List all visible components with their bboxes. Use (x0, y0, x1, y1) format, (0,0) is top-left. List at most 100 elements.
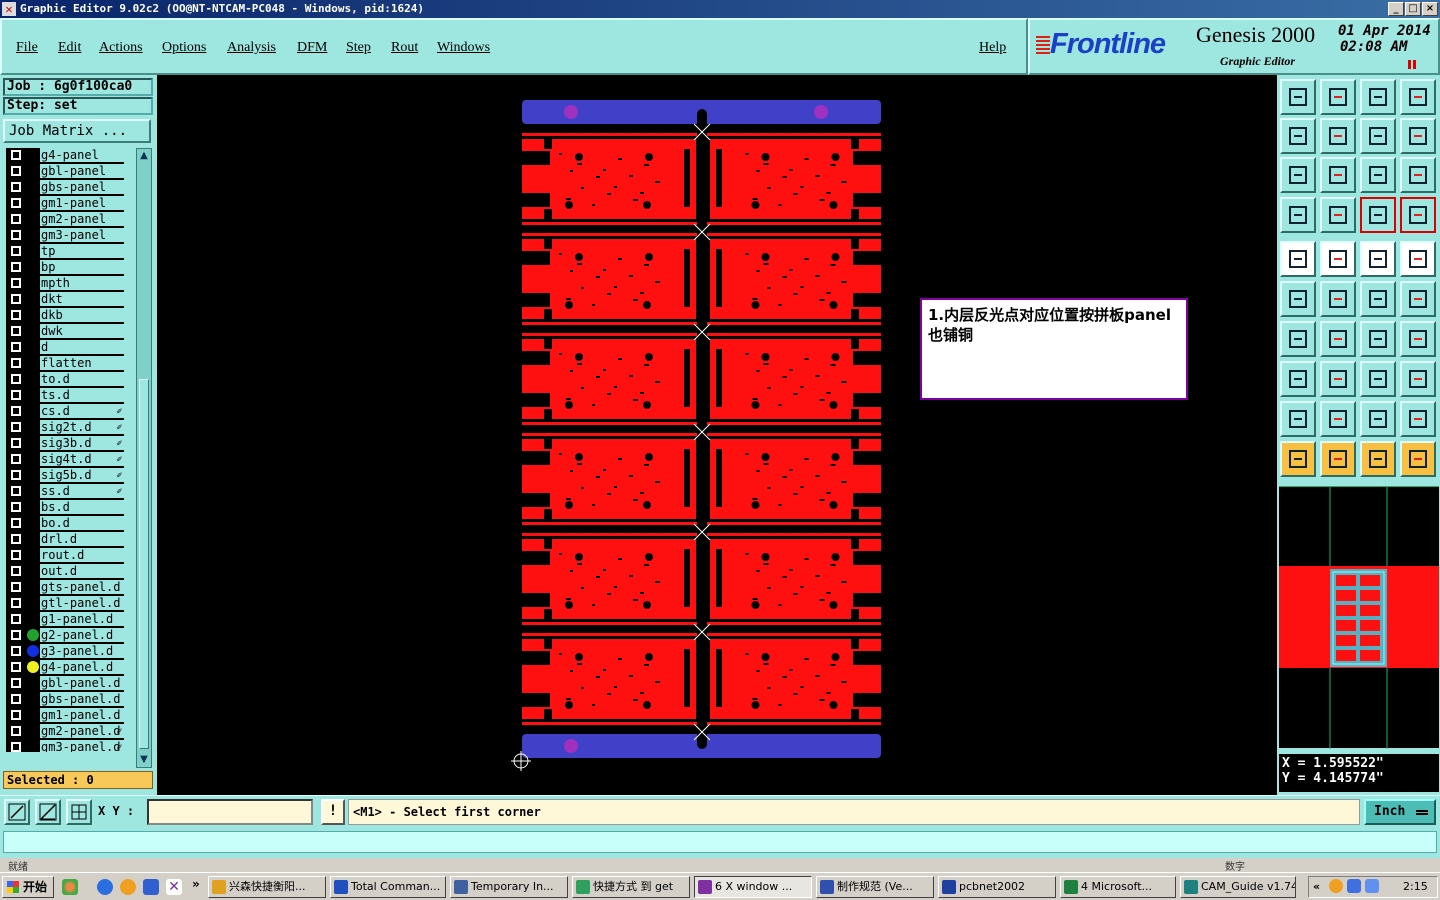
snap-icon[interactable] (1360, 197, 1396, 233)
menu-rout[interactable]: Rout (391, 40, 418, 56)
layer-checkbox[interactable] (11, 678, 21, 688)
layer-name[interactable]: bp (40, 260, 124, 274)
layer-row[interactable]: sig2t.d ✐ (6, 419, 124, 435)
layer-checkbox[interactable] (11, 294, 21, 304)
layer-checkbox[interactable] (11, 614, 21, 624)
minimize-button[interactable]: _ (1388, 2, 1404, 16)
layer-row[interactable]: gm1-panel.d (6, 707, 124, 723)
group-icon[interactable] (1400, 361, 1436, 397)
select-poly-icon[interactable] (1360, 441, 1396, 477)
layer-name[interactable]: gm3-panel.d ✐ (40, 740, 124, 752)
layer-row[interactable]: gts-panel.d (6, 579, 124, 595)
layer-row[interactable]: gbs-panel (6, 179, 124, 195)
copy-icon[interactable] (1280, 361, 1316, 397)
zoom-center-icon[interactable] (1320, 157, 1356, 193)
layer-row[interactable]: g1-panel.d (6, 611, 124, 627)
layer-checkbox[interactable] (11, 694, 21, 704)
clock-app-icon[interactable] (120, 879, 136, 895)
layer-name[interactable]: g4-panel (40, 148, 124, 162)
layer-checkbox[interactable] (11, 182, 21, 192)
arc-icon[interactable] (1360, 321, 1396, 357)
window-icon[interactable] (1400, 79, 1436, 115)
quicklaunch-app-icon[interactable] (62, 879, 78, 895)
ruler-icon[interactable] (1360, 241, 1396, 277)
taskbar-item[interactable]: Temporary In... (450, 876, 568, 898)
layer-name[interactable]: out.d (40, 564, 124, 578)
layer-name[interactable]: sig5b.d ✐ (40, 468, 124, 482)
layer-name[interactable]: rout.d (40, 548, 124, 562)
layer-checkbox[interactable] (11, 246, 21, 256)
select-arrow-icon[interactable] (1280, 441, 1316, 477)
menu-file[interactable]: File (16, 40, 38, 56)
layer-checkbox[interactable] (11, 486, 21, 496)
distance-icon[interactable] (1360, 361, 1396, 397)
taskbar-item[interactable]: pcbnet2002 (938, 876, 1056, 898)
layer-row[interactable]: dkb (6, 307, 124, 323)
grid-icon[interactable] (1320, 197, 1356, 233)
save-icon[interactable] (1320, 79, 1356, 115)
units-selector[interactable]: Inch (1364, 799, 1436, 825)
menu-help[interactable]: Help (979, 40, 1006, 56)
layer-checkbox[interactable] (11, 390, 21, 400)
layer-name[interactable]: mpth (40, 276, 124, 290)
home-icon[interactable] (1360, 79, 1396, 115)
minus-icon[interactable] (1320, 361, 1356, 397)
layer-row[interactable]: d (6, 339, 124, 355)
layer-name[interactable]: dkt (40, 292, 124, 306)
layer-row[interactable]: g4-panel.d (6, 659, 124, 675)
menu-actions[interactable]: Actions (99, 40, 143, 56)
layer-checkbox[interactable] (11, 646, 21, 656)
help-icon[interactable] (1400, 157, 1436, 193)
layer-name[interactable]: bo.d (40, 516, 124, 530)
layer-checkbox[interactable] (11, 358, 21, 368)
layer-row[interactable]: mpth (6, 275, 124, 291)
circle-icon[interactable] (1400, 241, 1436, 277)
triangle-icon[interactable] (1280, 401, 1316, 437)
layer-checkbox[interactable] (11, 374, 21, 384)
layer-name[interactable]: gm1-panel.d (40, 708, 124, 722)
select-box-icon[interactable] (1320, 441, 1356, 477)
quicklaunch-ie2-icon[interactable] (143, 879, 159, 895)
net-select-icon[interactable] (1400, 441, 1436, 477)
menu-dfm[interactable]: DFM (297, 40, 327, 56)
layer-name[interactable]: gbs-panel (40, 180, 124, 194)
layers-icon[interactable] (1280, 197, 1316, 233)
layer-checkbox[interactable] (11, 230, 21, 240)
layer-name[interactable]: gbl-panel (40, 164, 124, 178)
layer-name[interactable]: gbl-panel.d (40, 676, 124, 690)
layer-row[interactable]: g2-panel.d (6, 627, 124, 643)
angle-icon[interactable] (1280, 321, 1316, 357)
layer-row[interactable]: gm2-panel (6, 211, 124, 227)
layer-name[interactable]: dkb (40, 308, 124, 322)
layer-checkbox[interactable] (11, 150, 21, 160)
start-button[interactable]: 开始 (2, 876, 54, 898)
layer-checkbox[interactable] (11, 406, 21, 416)
open-icon[interactable] (1280, 79, 1316, 115)
taskbar-item[interactable]: 4 Microsoft... (1060, 876, 1176, 898)
taskbar-item[interactable]: 快捷方式 到 get (572, 876, 690, 898)
layer-checkbox[interactable] (11, 742, 21, 752)
taskbar-item[interactable]: Total Comman... (330, 876, 446, 898)
layer-name[interactable]: gm3-panel (40, 228, 124, 242)
triangle-c-icon[interactable] (1400, 401, 1436, 437)
tray-display-icon[interactable] (1365, 879, 1379, 893)
layer-row[interactable]: gbs-panel.d (6, 691, 124, 707)
layer-name[interactable]: ss.d ✐ (40, 484, 124, 498)
graphic-canvas[interactable] (157, 75, 1277, 795)
layer-name[interactable]: gtl-panel.d (40, 596, 124, 610)
exclamation-button[interactable]: ! (321, 799, 345, 825)
layer-row[interactable]: flatten (6, 355, 124, 371)
tray-expand-icon[interactable]: « (1313, 877, 1320, 897)
zoom-1to1-icon[interactable] (1360, 157, 1396, 193)
layer-checkbox[interactable] (11, 566, 21, 576)
layer-row[interactable]: dwk (6, 323, 124, 339)
layer-checkbox[interactable] (11, 518, 21, 528)
layer-row[interactable]: out.d (6, 563, 124, 579)
layer-name[interactable]: drl.d (40, 532, 124, 546)
scroll-thumb[interactable] (139, 379, 149, 749)
fit-all-icon[interactable] (1280, 157, 1316, 193)
layer-checkbox[interactable] (11, 262, 21, 272)
scroll-down-icon[interactable]: ▼ (137, 753, 151, 767)
layer-checkbox[interactable] (11, 726, 21, 736)
tray-network-icon[interactable] (1347, 879, 1361, 893)
